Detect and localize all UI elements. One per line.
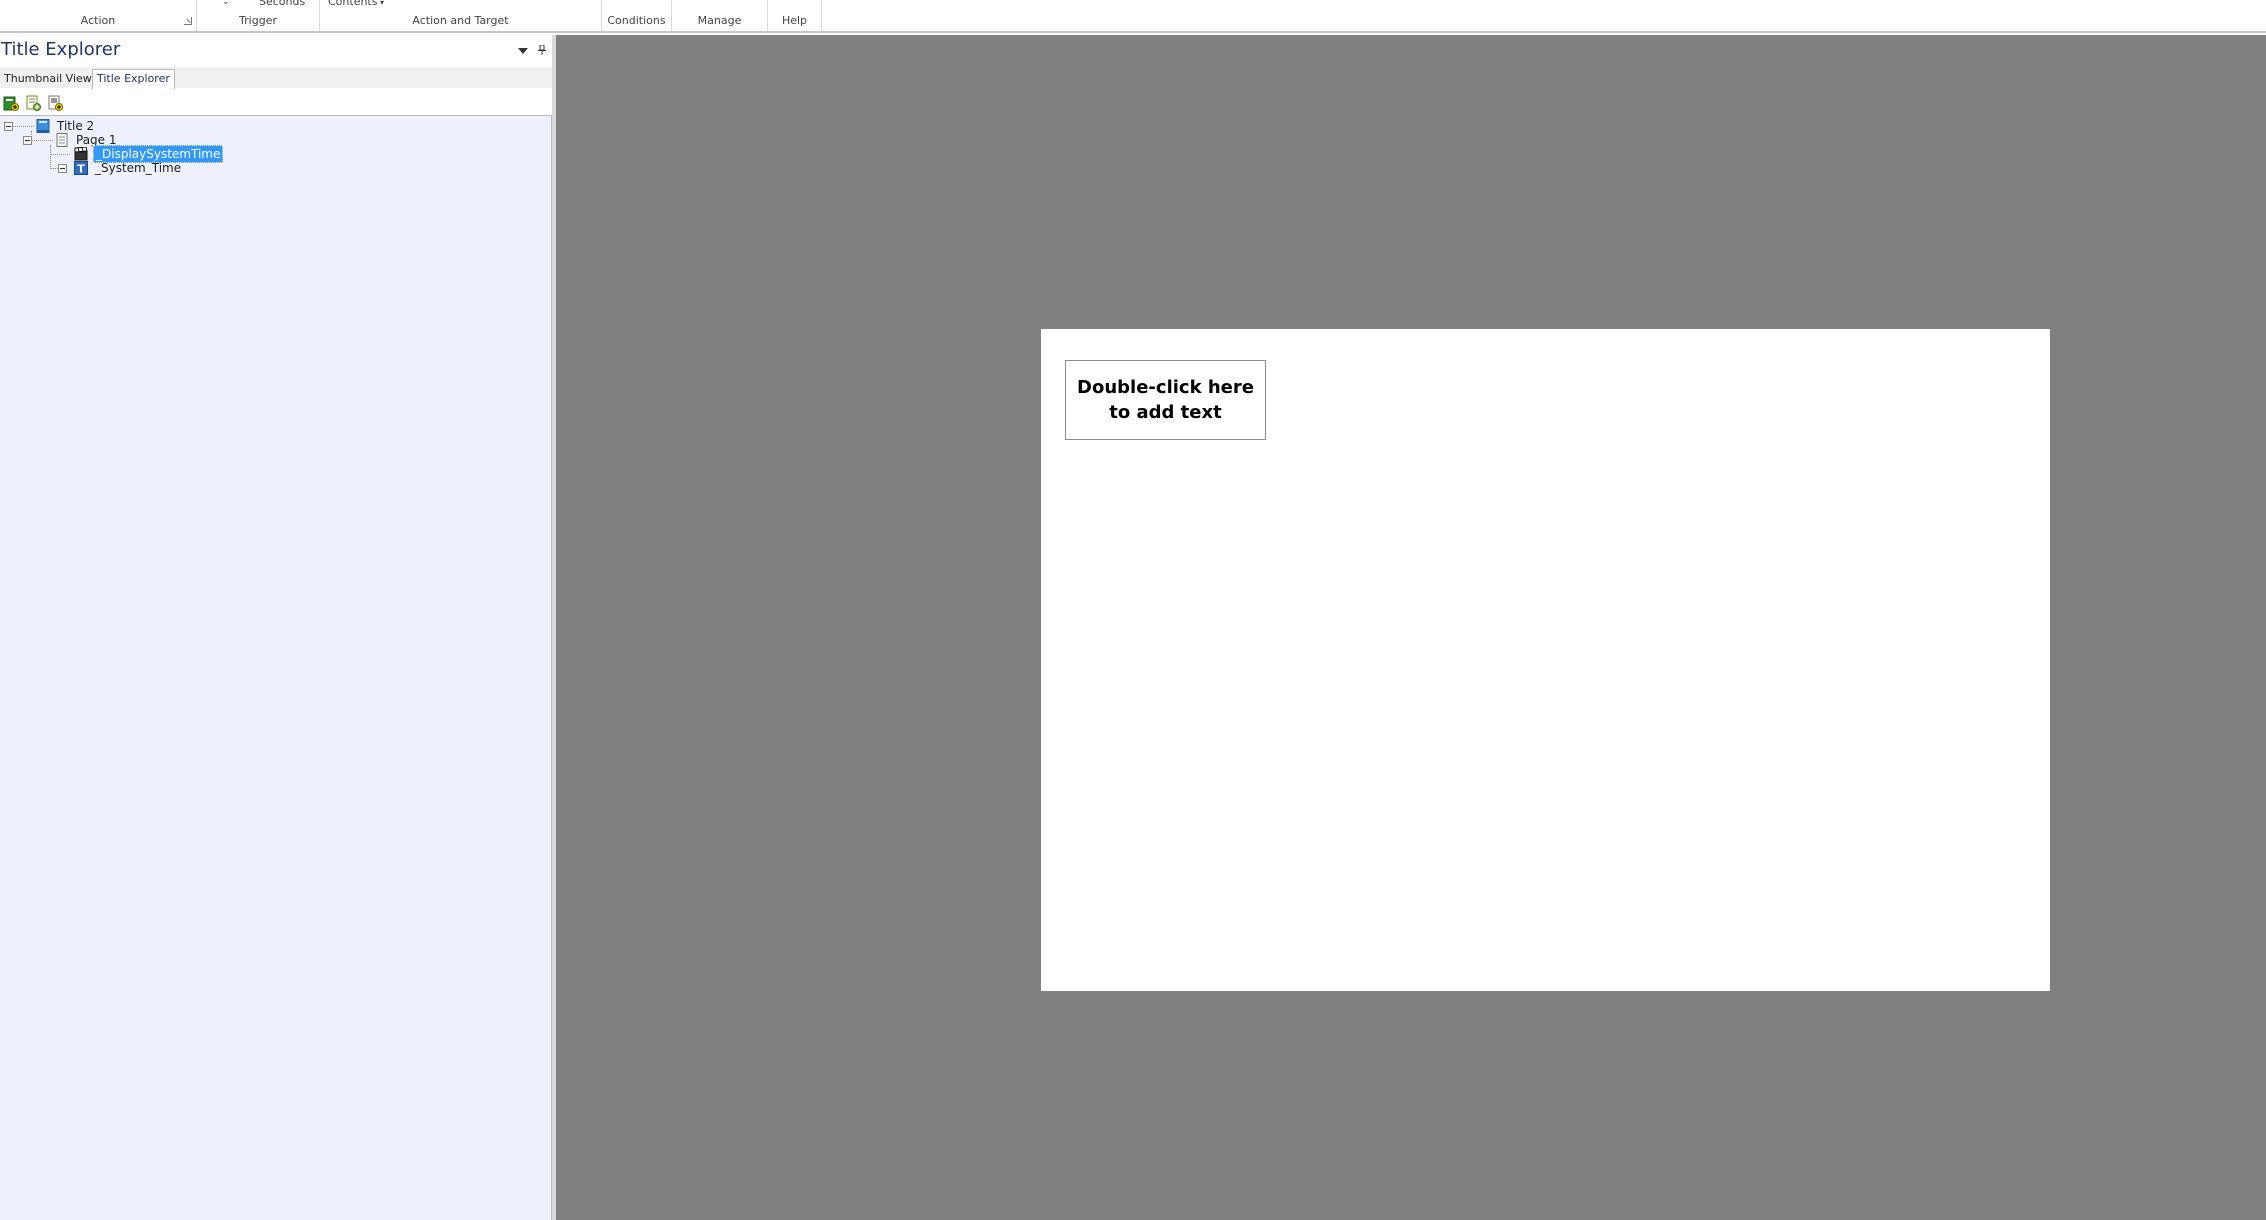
collapse-toggle-icon[interactable] — [23, 136, 32, 145]
title-tree: Title 2 Page 1 _DisplaySystemTime T _Sys… — [0, 115, 552, 1220]
ribbon-group-trigger: ⌄ Seconds Trigger — [197, 0, 320, 31]
ribbon-group-label: Help — [781, 14, 808, 27]
ribbon-group-label: Action — [80, 14, 116, 27]
text-object-icon: T — [74, 161, 88, 176]
ribbon: Action ⌄ Seconds Trigger Contents ▾ Acti… — [0, 0, 2266, 33]
contents-dropdown[interactable]: Contents ▾ — [328, 0, 384, 8]
ribbon-group-label: Action and Target — [412, 14, 509, 27]
ribbon-group-label: Manage — [697, 14, 742, 27]
tree-connector — [31, 140, 53, 141]
ribbon-group-help[interactable]: Help — [768, 0, 822, 31]
add-action-icon[interactable] — [47, 95, 63, 111]
ribbon-group-conditions[interactable]: Conditions — [602, 0, 672, 31]
add-page-icon[interactable] — [25, 95, 41, 111]
title-book-icon — [36, 119, 50, 133]
panel-menu-arrow-icon[interactable] — [518, 48, 528, 54]
add-title-icon[interactable] — [3, 95, 19, 111]
panel-tabstrip: Thumbnail View Title Explorer — [0, 67, 552, 89]
ribbon-group-action: Action — [0, 0, 197, 31]
page-icon — [55, 133, 69, 147]
tree-connector — [50, 145, 51, 169]
tab-title-explorer[interactable]: Title Explorer — [92, 69, 175, 89]
collapse-toggle-icon[interactable] — [58, 164, 67, 173]
ribbon-group-action-and-target: Contents ▾ Action and Target — [320, 0, 602, 31]
tree-node-label: _System_Time — [95, 161, 182, 175]
tree-node-text-object[interactable]: T _System_Time — [74, 159, 183, 177]
svg-text:T: T — [77, 163, 85, 176]
tree-connector — [12, 126, 34, 127]
ribbon-group-label: Conditions — [607, 14, 666, 27]
tree-connector — [50, 154, 70, 155]
ribbon-group-manage[interactable]: Manage — [672, 0, 768, 31]
title-page-canvas[interactable]: Double-click here to add text — [1041, 329, 2050, 991]
chevron-down-icon: ▾ — [377, 0, 385, 7]
chevron-down-icon[interactable]: ⌄ — [222, 0, 230, 7]
ribbon-group-label: Trigger — [239, 14, 277, 27]
dialog-launcher-icon[interactable] — [184, 17, 192, 25]
tab-thumbnail-view[interactable]: Thumbnail View — [0, 70, 96, 89]
panel-controls — [518, 44, 546, 57]
design-workspace: Double-click here to add text — [556, 35, 2266, 1220]
panel-title: Title Explorer — [1, 39, 121, 60]
text-placeholder-box[interactable]: Double-click here to add text — [1065, 360, 1266, 440]
explorer-toolbar — [3, 95, 63, 111]
pin-icon[interactable] — [538, 44, 546, 57]
seconds-label: Seconds — [259, 0, 306, 8]
contents-label: Contents — [328, 0, 378, 8]
collapse-toggle-icon[interactable] — [4, 122, 13, 131]
title-explorer-panel: Title Explorer Thumbnail View Title Expl… — [0, 35, 556, 1220]
